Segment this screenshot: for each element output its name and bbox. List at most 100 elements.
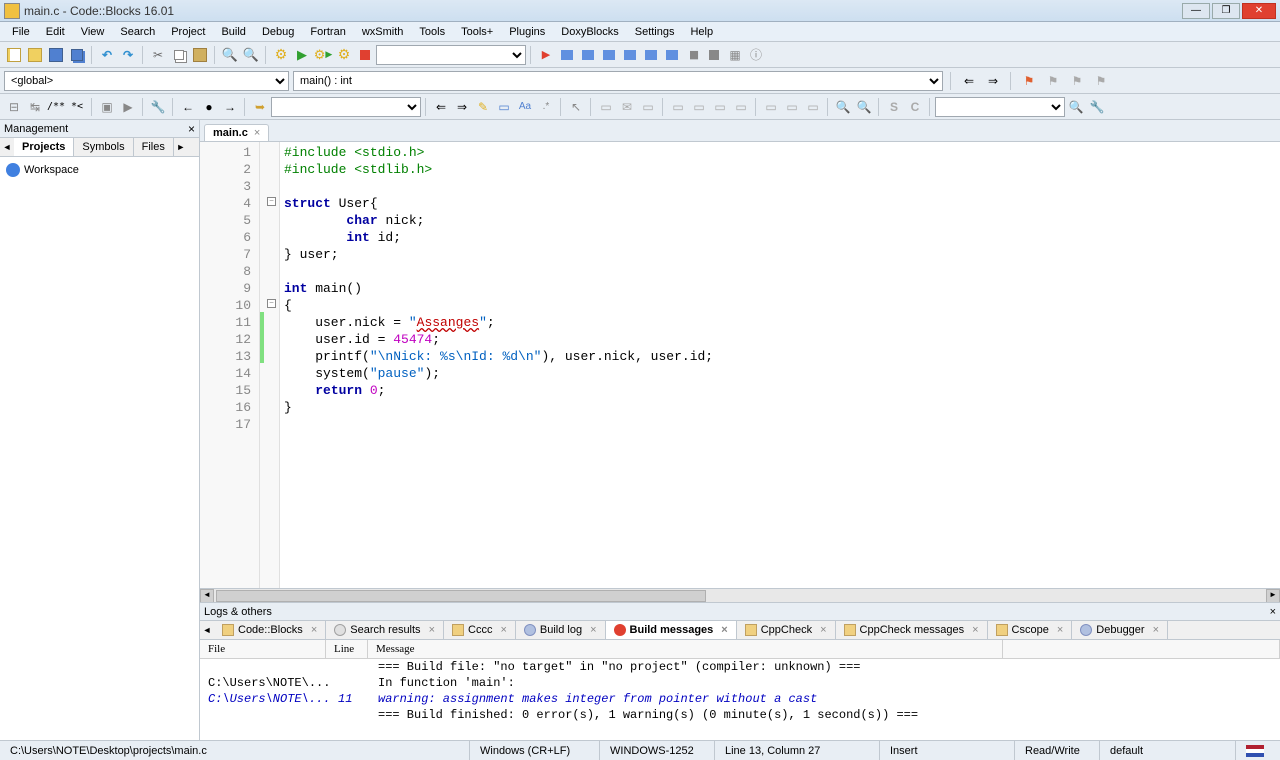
maximize-button[interactable]: ❐: [1212, 3, 1240, 19]
debug-windows-button[interactable]: ▦: [725, 45, 745, 65]
logs-close-button[interactable]: ×: [1270, 606, 1276, 618]
step-into-button[interactable]: [599, 45, 619, 65]
toggle-comment-button[interactable]: ↹: [25, 97, 45, 117]
mgmt-tab-next[interactable]: ►: [174, 142, 188, 152]
scope-function-select[interactable]: main() : int: [293, 71, 943, 91]
paste-button[interactable]: [190, 45, 210, 65]
menu-wxsmith[interactable]: wxSmith: [354, 24, 412, 40]
jump-select[interactable]: [271, 97, 421, 117]
match-case-button[interactable]: Aa: [515, 97, 535, 117]
step-into-instr-button[interactable]: [662, 45, 682, 65]
open-button[interactable]: [25, 45, 45, 65]
logs-tab-prev[interactable]: ◄: [200, 625, 214, 635]
search-go-button[interactable]: 🔍: [1066, 97, 1086, 117]
search-opt-button[interactable]: 🔧: [1087, 97, 1107, 117]
scroll-thumb[interactable]: [216, 590, 706, 602]
last-jump-button[interactable]: ➥: [250, 97, 270, 117]
next-instr-button[interactable]: [641, 45, 661, 65]
nav-forward-button[interactable]: ⇒: [983, 71, 1003, 91]
menu-doxyblocks[interactable]: DoxyBlocks: [553, 24, 626, 40]
col-message[interactable]: Message: [368, 640, 1003, 658]
debug-info-button[interactable]: ⓘ: [746, 45, 766, 65]
form2-button[interactable]: ▭: [782, 97, 802, 117]
form3-button[interactable]: ▭: [803, 97, 823, 117]
copy-button[interactable]: [169, 45, 189, 65]
mgmt-tab-prev[interactable]: ◄: [0, 142, 14, 152]
cut-button[interactable]: ✂: [148, 45, 168, 65]
tab-close-icon[interactable]: ×: [820, 624, 826, 636]
logs-tab-cppcheckmsg[interactable]: CppCheck messages×: [836, 621, 988, 639]
debug-continue-button[interactable]: ▶: [536, 45, 556, 65]
box1-button[interactable]: ▭: [596, 97, 616, 117]
s-button[interactable]: S: [884, 97, 904, 117]
run-button[interactable]: ▶: [292, 45, 312, 65]
form1-button[interactable]: ▭: [761, 97, 781, 117]
highlight-button[interactable]: ✎: [473, 97, 493, 117]
tab-close-icon[interactable]: ×: [500, 624, 506, 636]
layout3-button[interactable]: ▭: [710, 97, 730, 117]
extract-button[interactable]: ▣: [97, 97, 117, 117]
col-extra[interactable]: [1003, 640, 1280, 658]
layout1-button[interactable]: ▭: [668, 97, 688, 117]
build-button[interactable]: ⚙: [271, 45, 291, 65]
bookmark-next-button[interactable]: ⚑: [1067, 71, 1087, 91]
menu-settings[interactable]: Settings: [627, 24, 683, 40]
select-skip-button[interactable]: ▭: [494, 97, 514, 117]
box2-button[interactable]: ✉: [617, 97, 637, 117]
log-row[interactable]: C:\Users\NOTE\...11warning: assignment m…: [200, 691, 1280, 707]
log-row[interactable]: === Build file: "no target" in "no proje…: [200, 659, 1280, 675]
tab-close-icon[interactable]: ×: [972, 624, 978, 636]
logs-tab-codeblocks[interactable]: Code::Blocks×: [214, 621, 326, 639]
tab-close-icon[interactable]: ×: [311, 624, 317, 636]
layout2-button[interactable]: ▭: [689, 97, 709, 117]
editor-tab-main[interactable]: main.c ×: [204, 124, 269, 141]
horizontal-scrollbar[interactable]: ◄ ►: [200, 588, 1280, 602]
build-target-select[interactable]: [376, 45, 526, 65]
menu-help[interactable]: Help: [682, 24, 721, 40]
highlight-next-button[interactable]: ⇒: [452, 97, 472, 117]
search-select[interactable]: [935, 97, 1065, 117]
jump-mark-button[interactable]: ●: [199, 97, 219, 117]
code-editor[interactable]: 1234567891011121314151617 − − #include <…: [200, 142, 1280, 588]
run-to-cursor-button[interactable]: [557, 45, 577, 65]
regex-button[interactable]: .*: [536, 97, 556, 117]
workspace-item[interactable]: Workspace: [4, 161, 195, 179]
jump-back-button[interactable]: ←: [178, 97, 198, 117]
logs-tab-search[interactable]: Search results×: [326, 621, 444, 639]
step-out-button[interactable]: [620, 45, 640, 65]
logs-tab-buildlog[interactable]: Build log×: [516, 621, 606, 639]
bookmark-clear-button[interactable]: ⚑: [1091, 71, 1111, 91]
code-body[interactable]: #include <stdio.h>#include <stdlib.h> st…: [280, 142, 1280, 588]
replace-button[interactable]: 🔍: [241, 45, 261, 65]
menu-fortran[interactable]: Fortran: [302, 24, 353, 40]
run-doxy-button[interactable]: ▶: [118, 97, 138, 117]
status-lang[interactable]: [1236, 741, 1280, 760]
menu-view[interactable]: View: [73, 24, 113, 40]
highlight-prev-button[interactable]: ⇐: [431, 97, 451, 117]
fold-toggle[interactable]: −: [267, 299, 276, 308]
nav-back-button[interactable]: ⇐: [959, 71, 979, 91]
save-all-button[interactable]: [67, 45, 87, 65]
minimize-button[interactable]: —: [1182, 3, 1210, 19]
zoom-out-button[interactable]: 🔍: [854, 97, 874, 117]
cursor-button[interactable]: ↖: [566, 97, 586, 117]
logs-tab-cccc[interactable]: Cccc×: [444, 621, 516, 639]
logs-tab-buildmessages[interactable]: Build messages×: [606, 621, 737, 639]
save-button[interactable]: [46, 45, 66, 65]
rebuild-button[interactable]: ⚙: [334, 45, 354, 65]
fold-toggle[interactable]: −: [267, 197, 276, 206]
abort-button[interactable]: [355, 45, 375, 65]
bookmark-prev-button[interactable]: ⚑: [1043, 71, 1063, 91]
tab-close-icon[interactable]: ×: [429, 624, 435, 636]
uncomment-button[interactable]: *<: [67, 97, 87, 117]
management-close-button[interactable]: ×: [188, 122, 195, 136]
col-line[interactable]: Line: [326, 640, 368, 658]
find-button[interactable]: 🔍: [220, 45, 240, 65]
bookmark-toggle-button[interactable]: ⚑: [1019, 71, 1039, 91]
menu-build[interactable]: Build: [213, 24, 253, 40]
log-row[interactable]: === Build finished: 0 error(s), 1 warnin…: [200, 707, 1280, 723]
redo-button[interactable]: ↷: [118, 45, 138, 65]
comment-button[interactable]: /**: [46, 97, 66, 117]
tab-close-icon[interactable]: ×: [721, 624, 727, 636]
break-button[interactable]: ▮▮: [683, 45, 703, 65]
